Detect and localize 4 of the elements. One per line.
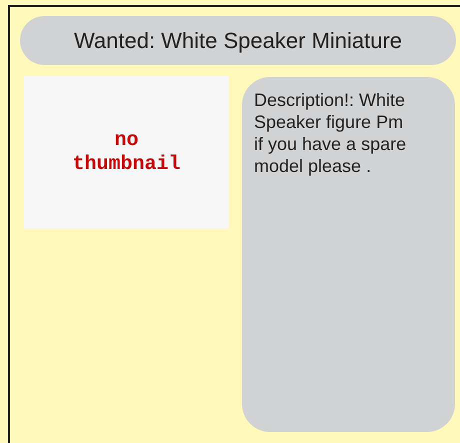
description-text: Description!: White Speaker figure Pm if you have a spare model please . — [254, 89, 408, 177]
thumbnail-text: no — [114, 128, 138, 152]
thumbnail-text: thumbnail — [72, 152, 181, 176]
listing-title: Wanted: White Speaker Miniature — [20, 16, 456, 65]
